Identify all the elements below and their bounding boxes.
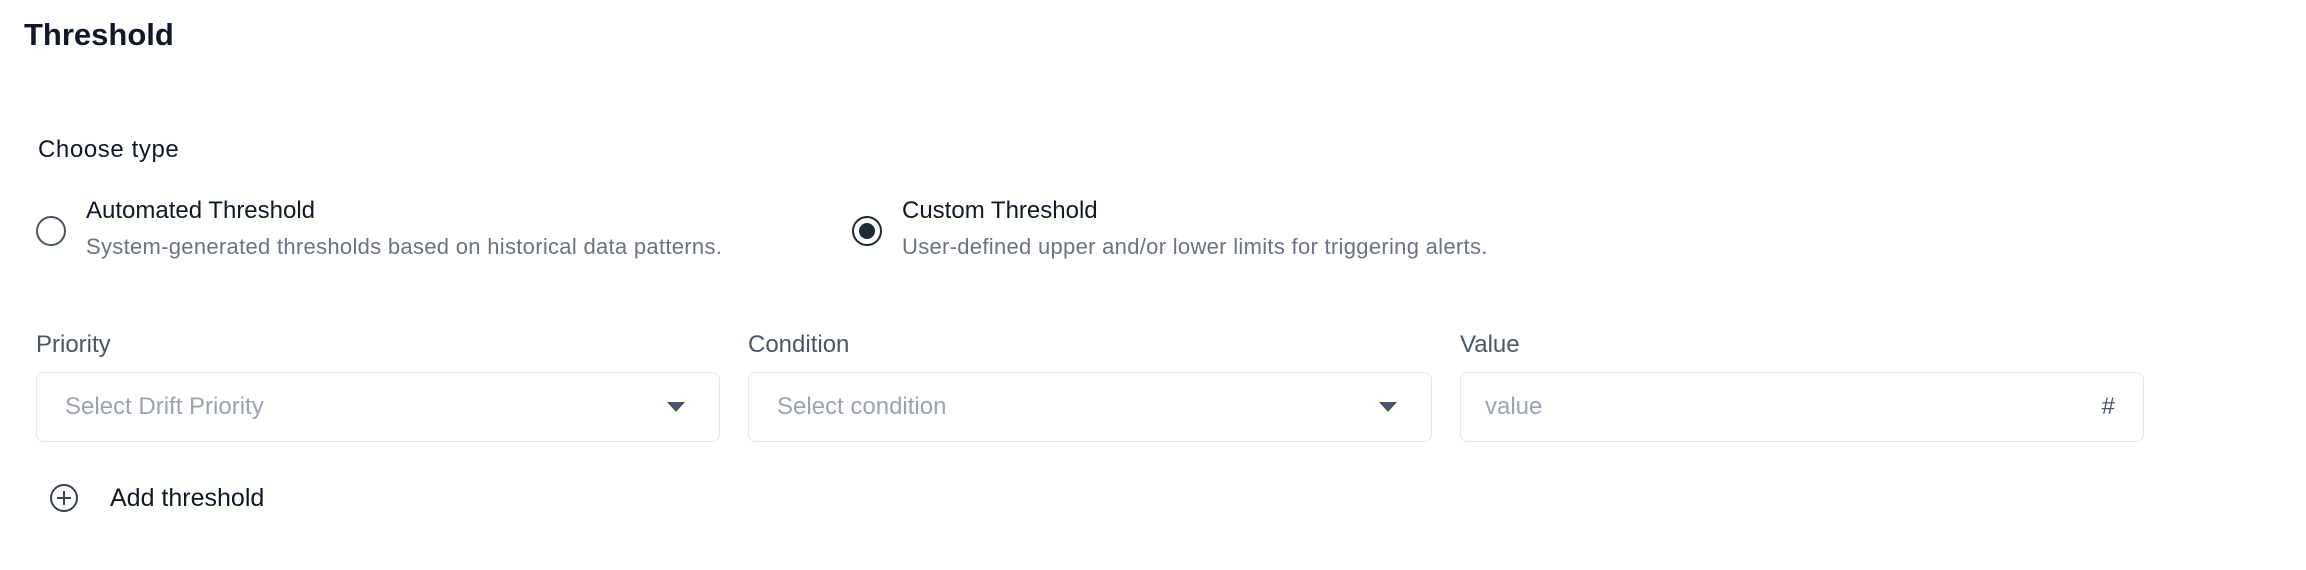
choose-type-label: Choose type xyxy=(38,136,180,163)
radio-checked-icon[interactable] xyxy=(852,216,882,246)
plus-circle-icon xyxy=(50,484,78,512)
radio-option-title: Custom Threshold xyxy=(902,197,1098,224)
priority-select[interactable]: Select Drift Priority xyxy=(36,372,720,442)
priority-placeholder: Select Drift Priority xyxy=(65,393,264,420)
radio-option-text: Automated Threshold System-generated thr… xyxy=(86,194,722,264)
priority-field: Priority Select Drift Priority xyxy=(36,328,720,442)
value-field: Value # xyxy=(1460,328,2144,442)
radio-dot xyxy=(859,223,875,239)
caret-down-icon xyxy=(667,402,685,412)
radio-option-description: User-defined upper and/or lower limits f… xyxy=(902,234,1488,259)
value-label: Value xyxy=(1460,331,1520,358)
priority-label: Priority xyxy=(36,331,111,358)
radio-option-title: Automated Threshold xyxy=(86,197,316,224)
radio-option-automated-threshold[interactable]: Automated Threshold System-generated thr… xyxy=(36,194,722,264)
condition-label: Condition xyxy=(748,331,850,358)
condition-placeholder: Select condition xyxy=(777,393,947,420)
radio-option-description: System-generated thresholds based on his… xyxy=(86,234,723,259)
page-title: Threshold xyxy=(24,17,174,52)
add-threshold-label: Add threshold xyxy=(110,484,265,512)
condition-select[interactable]: Select condition xyxy=(748,372,1432,442)
value-input[interactable] xyxy=(1485,393,2102,421)
radio-unchecked-icon[interactable] xyxy=(36,216,66,246)
caret-down-icon xyxy=(1379,402,1397,412)
value-input-box[interactable]: # xyxy=(1460,372,2144,442)
radio-option-text: Custom Threshold User-defined upper and/… xyxy=(902,194,1488,264)
hash-icon: # xyxy=(2101,393,2115,420)
radio-option-custom-threshold[interactable]: Custom Threshold User-defined upper and/… xyxy=(852,194,1488,264)
condition-field: Condition Select condition xyxy=(748,328,1432,442)
add-threshold-button[interactable]: Add threshold xyxy=(50,480,264,516)
